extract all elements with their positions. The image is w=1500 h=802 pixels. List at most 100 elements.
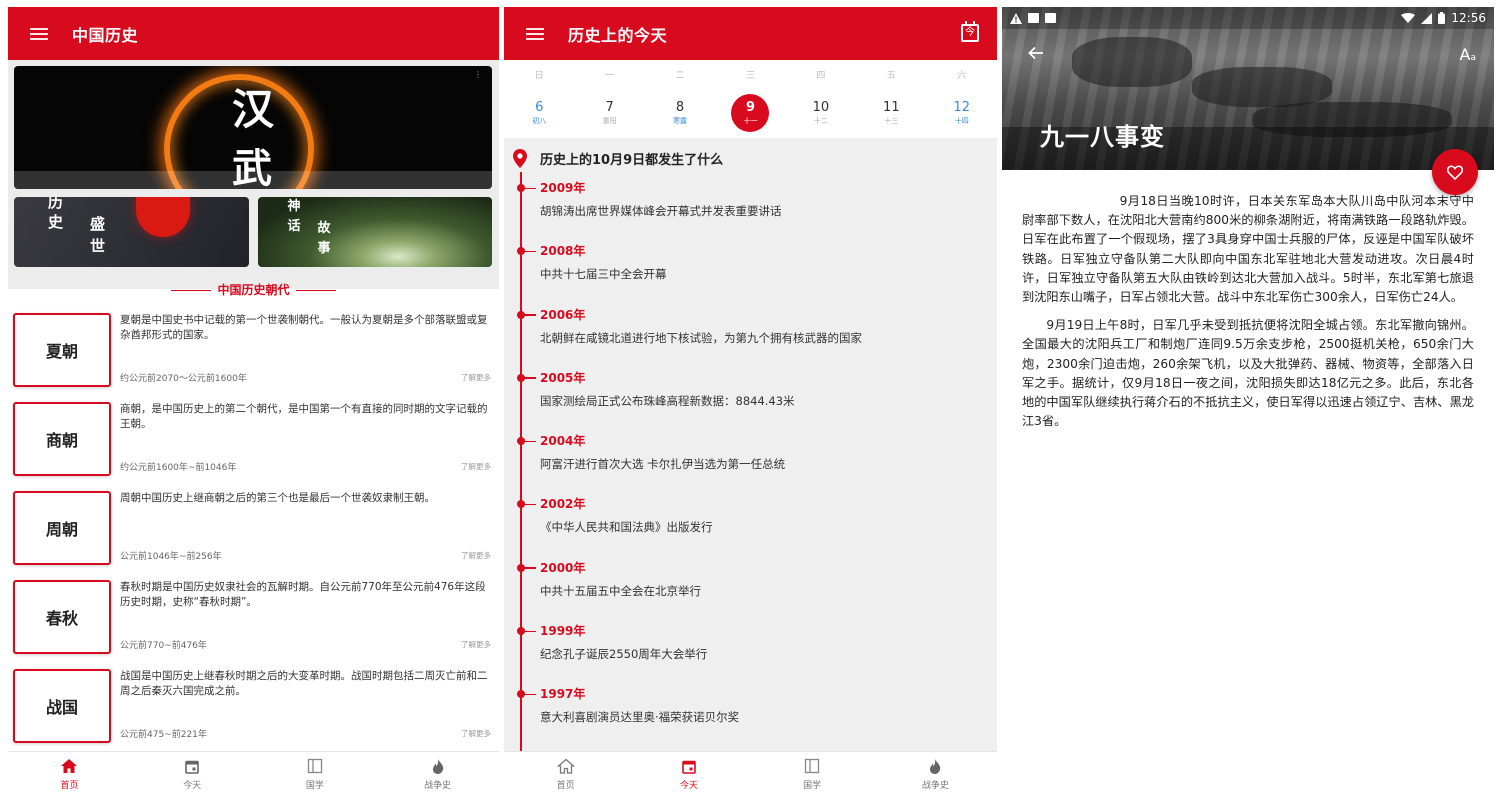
- dynasty-list: 夏朝 夏朝是中国史书中记载的第一个世袭制朝代。一般认为夏朝是多个部落联盟或复杂酋…: [8, 305, 499, 758]
- day-cell[interactable]: 8 寒露: [645, 92, 715, 138]
- font-size-icon[interactable]: Aa: [1460, 45, 1476, 64]
- banner-caption-strip: [14, 171, 492, 189]
- event-item[interactable]: 2000年中共十五届五中全会在北京举行: [517, 558, 997, 621]
- banner-char: 历: [48, 197, 64, 211]
- event-text: 胡锦涛出席世界媒体峰会开幕式并发表重要讲话: [540, 204, 782, 218]
- nav-label: 国学: [305, 781, 324, 791]
- day-number: 8: [675, 100, 685, 115]
- status-time: 12:56: [1451, 11, 1486, 25]
- event-year: 1997年: [540, 687, 586, 702]
- weekday-label: 二: [675, 71, 685, 81]
- back-arrow-icon[interactable]: [1028, 44, 1044, 65]
- nav-label: 首页: [60, 781, 79, 791]
- day-cell[interactable]: 11 十三: [856, 92, 926, 138]
- weekday-label: 一: [605, 71, 615, 81]
- dynasty-desc: 战国是中国历史上继春秋时期之后的大变革时期。战国时期包括二周灭亡前和二周之后秦灭…: [120, 670, 488, 697]
- event-item[interactable]: 2009年 胡锦涛出席世界媒体峰会开幕式并发表重要讲话: [517, 178, 997, 241]
- banner-main[interactable]: 汉 武 ⋮: [14, 66, 492, 189]
- event-text: 中共十七届三中全会开幕: [540, 267, 667, 282]
- dynasty-item[interactable]: 周朝 周朝中国历史上继商朝之后的第三个也是最后一个世袭奴隶制王朝。 公元前104…: [13, 491, 493, 580]
- dynasty-item[interactable]: 春秋 春秋时期是中国历史奴隶社会的瓦解时期。自公元前770年至公元前476年这段…: [13, 580, 493, 669]
- nav-label: 战争史: [921, 781, 949, 791]
- weekday-label: 三: [745, 71, 755, 81]
- event-year: 1999年: [540, 624, 586, 639]
- photo-shape: [1192, 67, 1332, 107]
- dynasty-desc: 夏朝是中国史书中记载的第一个世袭制朝代。一般认为夏朝是多个部落联盟或复杂酋邦形式…: [120, 314, 488, 341]
- timeline-dash: [524, 314, 536, 316]
- article-body: 9月18日当晚10时许，日本关东军岛本大队川岛中队河本末守中尉率部下数人，在沈阳…: [1002, 170, 1494, 431]
- nav-today[interactable]: 今天: [131, 752, 254, 796]
- event-text: 《中华人民共和国法典》出版发行: [540, 520, 713, 535]
- menu-icon[interactable]: [30, 27, 48, 40]
- day-cell-selected[interactable]: 9 十一: [715, 92, 785, 138]
- event-text: 中共十五届五中全会在北京举行: [540, 583, 701, 598]
- day-number: 12: [953, 100, 971, 115]
- event-text: 北朝鲜在咸镜北道进行地下核试验，为第九个拥有核武器的国家: [540, 330, 862, 345]
- lunar-date: 寒露: [673, 117, 688, 125]
- battery-icon: [1438, 12, 1446, 24]
- event-year: 2000年: [540, 560, 586, 575]
- timeline-dash: [524, 440, 536, 443]
- banner-history[interactable]: 历 史 盛 世: [14, 197, 249, 267]
- nav-war-history[interactable]: 战争史: [874, 752, 997, 796]
- article-title: 九一八事变: [1040, 123, 1165, 151]
- banner-char: 盛: [90, 215, 106, 233]
- dynasty-name: 周朝: [13, 491, 111, 565]
- timeline-dash: [524, 187, 536, 189]
- event-text: 阿富汗进行首次大选 卡尔扎伊当选为第一任总统: [540, 457, 786, 472]
- red-sun: [136, 197, 190, 237]
- event-item[interactable]: 2008年 中共十七届三中全会开幕: [517, 241, 997, 304]
- event-text: 意大利喜剧演员达里奥·福荣获诺贝尔奖: [540, 710, 740, 725]
- day-cell[interactable]: 6 初八: [504, 92, 574, 138]
- nav-home[interactable]: 首页: [8, 752, 131, 796]
- more-link[interactable]: 了解更多: [461, 639, 491, 650]
- dynasty-period: 约公元前2070～公元前1600年: [120, 374, 247, 384]
- weekday-label: 四: [816, 71, 826, 81]
- event-year: 2006年: [540, 307, 586, 322]
- day-cell[interactable]: 7 重阳: [574, 92, 644, 138]
- nav-label: 首页: [556, 781, 575, 791]
- more-link[interactable]: 了解更多: [461, 461, 491, 472]
- calendar-today-icon[interactable]: 今: [961, 21, 979, 42]
- timeline-dash: [524, 693, 536, 696]
- day-number: 10: [812, 100, 830, 115]
- nav-home[interactable]: 首页: [504, 752, 627, 796]
- weekday-label: 日: [534, 71, 544, 81]
- event-item[interactable]: 2004年阿富汗进行首次大选 卡尔扎伊当选为第一任总统: [517, 431, 997, 494]
- day-cell[interactable]: 12 十四: [927, 92, 997, 138]
- more-link[interactable]: 了解更多: [461, 550, 491, 561]
- timeline-dash: [524, 630, 536, 633]
- dynasty-period: 公元前475~前221年: [120, 730, 207, 740]
- day-cell[interactable]: 10 十二: [786, 92, 856, 138]
- more-link[interactable]: 了解更多: [461, 372, 491, 383]
- calendar-icon: [682, 757, 696, 775]
- event-timeline: 2009年 胡锦涛出席世界媒体峰会开幕式并发表重要讲话 2008年 中共十七届三中全…: [504, 172, 997, 792]
- home-screen: 中国历史 汉 武 ⋮ 历 史 盛 世 神 话 故 事 中国历史朝代 夏朝 夏朝是…: [8, 7, 499, 796]
- event-item[interactable]: 2005年 国家测绘局正式公布珠峰高程新数据：8844.43米: [517, 368, 997, 431]
- event-year: 2004年: [540, 434, 586, 449]
- event-item[interactable]: 2006年北朝鲜在咸镜北道进行地下核试验，为第九个拥有核武器的国家: [517, 305, 997, 368]
- event-item[interactable]: 2002年 《中华人民共和国法典》出版发行: [517, 494, 997, 557]
- nav-today[interactable]: 今天: [627, 752, 750, 796]
- heart-icon: [1447, 165, 1463, 180]
- book-icon: [804, 757, 820, 775]
- event-item[interactable]: 1997年意大利喜剧演员达里奥·福荣获诺贝尔奖: [517, 684, 997, 747]
- dynasty-item[interactable]: 夏朝 夏朝是中国史书中记载的第一个世袭制朝代。一般认为夏朝是多个部落联盟或复杂酋…: [13, 313, 493, 402]
- more-link[interactable]: 了解更多: [461, 728, 491, 739]
- favorite-button[interactable]: [1432, 149, 1478, 195]
- nav-war-history[interactable]: 战争史: [376, 752, 499, 796]
- day-number: 6: [535, 100, 544, 115]
- dynasty-item[interactable]: 商朝 商朝，是中国历史上的第二个朝代，是中国第一个有直接的同时期的文字记载的王朝…: [13, 402, 493, 491]
- banner-myth[interactable]: 神 话 故 事: [257, 197, 492, 267]
- nav-guoxue[interactable]: 国学: [254, 752, 377, 796]
- nav-guoxue[interactable]: 国学: [751, 752, 874, 796]
- banner-char: 话: [287, 219, 301, 234]
- event-item[interactable]: 1999年 纪念孔子诞辰2550周年大会举行: [517, 621, 997, 684]
- article-screen: 12:56 Aa 九一八事变 9月18日当晚10时许，日本关东军岛本大队川岛中队…: [1002, 7, 1494, 796]
- lunar-date: 十四: [954, 117, 969, 125]
- banner-char: 神: [287, 199, 301, 214]
- menu-icon[interactable]: [526, 27, 544, 40]
- warning-icon: [1010, 12, 1022, 24]
- dynasty-item[interactable]: 战国 战国是中国历史上继春秋时期之后的大变革时期。战国时期包括二周灭亡前和二周之…: [13, 669, 493, 758]
- image-icon: [1028, 12, 1039, 23]
